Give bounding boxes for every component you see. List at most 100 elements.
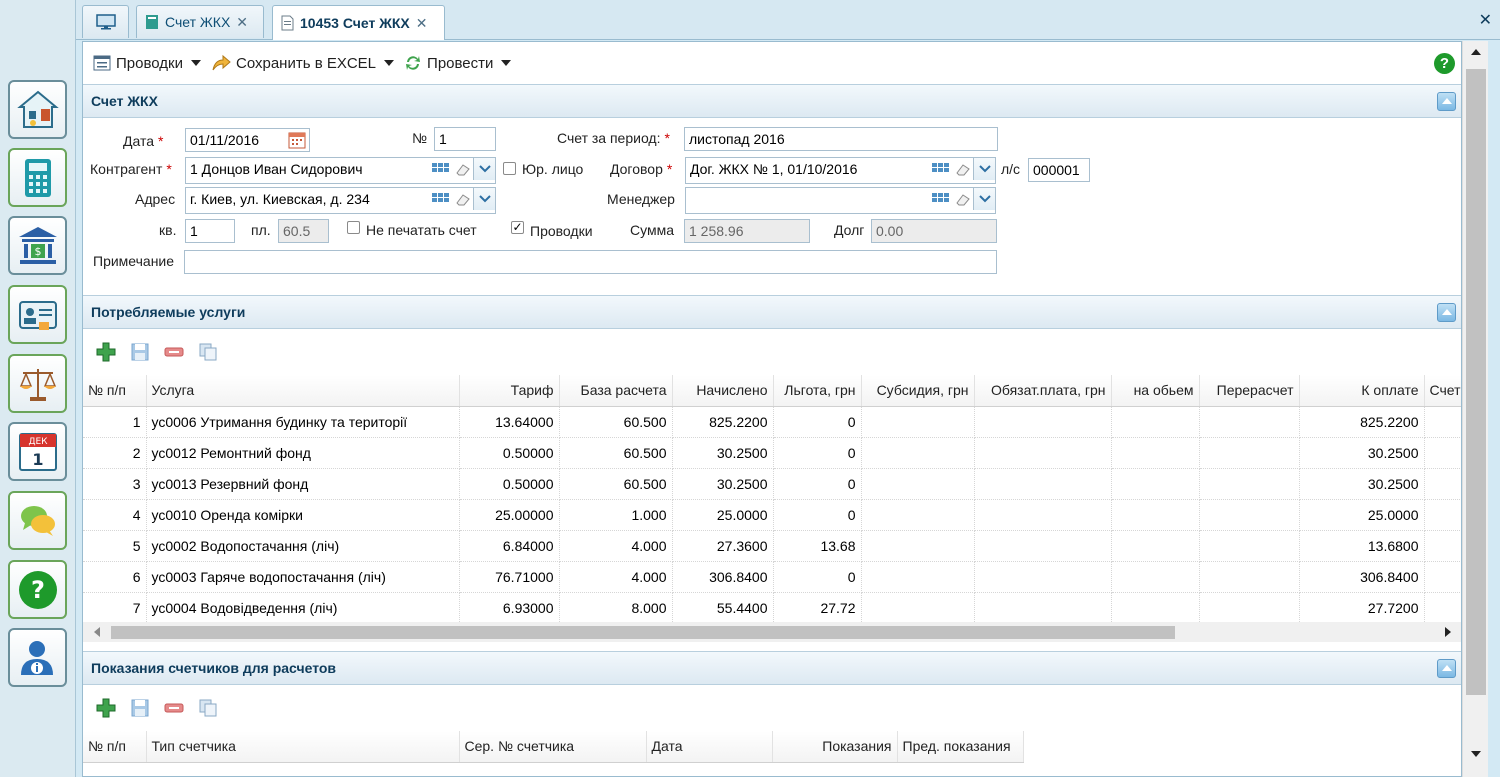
note-field[interactable] (184, 250, 997, 274)
postings-checkbox[interactable]: ✓ (511, 221, 524, 234)
contract-combo[interactable]: Дог. ЖКХ № 1, 01/10/2016 (685, 157, 996, 184)
col-header-to-pay[interactable]: К оплате (1299, 375, 1425, 407)
date-field[interactable]: 01/11/2016 (185, 128, 310, 152)
eraser-icon[interactable] (453, 191, 471, 207)
vertical-scrollbar[interactable] (1462, 41, 1488, 777)
table-row[interactable]: 7 ус0004 Водовідведення (ліч) 6.93000 8.000… (83, 592, 1461, 624)
manager-combo[interactable] (685, 187, 996, 214)
chevron-down-icon[interactable] (473, 158, 495, 180)
table-row[interactable]: 4 ус0010 Оренда комірки 25.00000 1.000 25.00… (83, 499, 1461, 531)
balance-button[interactable] (8, 354, 67, 413)
cell-num: 5 (83, 530, 147, 562)
bank-button[interactable]: $ (8, 216, 67, 275)
col-header-recalc[interactable]: Перерасчет (1199, 375, 1300, 407)
col-header-date[interactable]: Дата (646, 731, 773, 763)
col-header-service[interactable]: Услуга (146, 375, 460, 407)
collapse-icon[interactable] (1437, 303, 1456, 322)
col-header-serial[interactable]: Сер. № счетчика (459, 731, 647, 763)
col-header-benefit[interactable]: Льгота, грн (773, 375, 862, 407)
no-print-checkbox[interactable] (347, 221, 360, 234)
scroll-right-icon[interactable] (1445, 627, 1451, 637)
cell-num: 2 (83, 437, 147, 469)
eraser-icon[interactable] (953, 191, 971, 207)
no-print-label: Не печатать счет (366, 222, 477, 238)
tab-invoice-10453[interactable]: 10453 Счет ЖКХ ✕ (272, 5, 445, 40)
legal-entity-label: Юр. лицо (522, 161, 584, 177)
close-all-tabs-icon[interactable]: ✕ (1479, 10, 1492, 30)
collapse-icon[interactable] (1437, 659, 1456, 678)
col-header-base[interactable]: База расчета (559, 375, 673, 407)
collapse-icon[interactable] (1437, 92, 1456, 111)
help-sidebar-button[interactable]: ? (8, 560, 67, 619)
close-icon[interactable]: ✕ (236, 14, 248, 31)
eraser-icon[interactable] (953, 161, 971, 177)
contacts-button[interactable] (8, 285, 67, 344)
save-meter-button[interactable] (129, 697, 151, 719)
table-lookup-icon[interactable] (931, 161, 951, 177)
copy-row-button[interactable] (197, 341, 219, 363)
period-field[interactable]: листопад 2016 (684, 127, 998, 151)
chevron-down-icon[interactable] (973, 188, 995, 210)
col-header-prev-reading[interactable]: Пред. показания (897, 731, 1024, 763)
col-header-num[interactable]: № п/п (83, 731, 147, 763)
post-button[interactable]: Провести (404, 54, 512, 72)
table-row[interactable]: 6 ус0003 Гаряче водопостачання (ліч) 76.71… (83, 561, 1461, 593)
table-row[interactable]: 5 ус0002 Водопостачання (ліч) 6.84000 4.000… (83, 530, 1461, 562)
table-lookup-icon[interactable] (431, 191, 451, 207)
add-meter-button[interactable] (95, 697, 117, 719)
cell-tariff: 6.93000 (459, 592, 560, 624)
delete-row-button[interactable] (163, 341, 185, 363)
col-header-tariff[interactable]: Тариф (459, 375, 560, 407)
scroll-up-icon[interactable] (1471, 49, 1481, 55)
table-lookup-icon[interactable] (931, 191, 951, 207)
table-row[interactable]: 1 ус0006 Утримання будинку та території 13… (83, 406, 1461, 438)
cell-account (1424, 437, 1461, 469)
apartment-field[interactable]: 1 (185, 219, 235, 243)
chevron-down-icon[interactable] (473, 188, 495, 210)
calculator-button[interactable] (8, 148, 67, 207)
table-lookup-icon[interactable] (431, 161, 451, 177)
table-row[interactable]: 2 ус0012 Ремонтний фонд 0.50000 60.500 30.25… (83, 437, 1461, 469)
col-header-reading[interactable]: Показания (772, 731, 898, 763)
col-header-account[interactable]: Счет (1424, 375, 1461, 407)
legal-entity-checkbox[interactable] (503, 162, 516, 175)
eraser-icon[interactable] (453, 161, 471, 177)
help-icon[interactable]: ? (1434, 53, 1455, 74)
copy-meter-button[interactable] (197, 697, 219, 719)
horizontal-scrollbar[interactable] (83, 622, 1461, 642)
col-header-volume[interactable]: на обьем (1111, 375, 1200, 407)
contractor-combo[interactable]: 1 Донцов Иван Сидорович (185, 157, 496, 184)
chevron-down-icon[interactable] (973, 158, 995, 180)
user-info-button[interactable] (8, 628, 67, 687)
horizontal-scroll-thumb[interactable] (111, 626, 1175, 639)
scroll-left-icon[interactable] (94, 627, 100, 637)
cell-to-pay: 30.2500 (1299, 468, 1425, 500)
col-header-subsidy[interactable]: Субсидия, грн (861, 375, 975, 407)
number-field[interactable]: 1 (434, 127, 496, 151)
table-row[interactable]: 3 ус0013 Резервний фонд 0.50000 60.500 30.25… (83, 468, 1461, 500)
housing-utilities-button[interactable] (8, 80, 67, 139)
col-header-meter-type[interactable]: Тип счетчика (146, 731, 460, 763)
cell-base: 8.000 (559, 592, 673, 624)
area-label: пл. (251, 222, 271, 238)
calendar-picker-icon[interactable] (288, 131, 306, 151)
col-header-charged[interactable]: Начислено (672, 375, 774, 407)
vertical-scroll-thumb[interactable] (1466, 69, 1486, 695)
cell-to-pay: 306.8400 (1299, 561, 1425, 593)
save-excel-button[interactable]: Сохранить в EXCEL (211, 54, 395, 72)
col-header-mandatory[interactable]: Обязат.плата, грн (974, 375, 1112, 407)
delete-meter-button[interactable] (163, 697, 185, 719)
col-header-num[interactable]: № п/п (83, 375, 147, 407)
address-combo[interactable]: г. Киев, ул. Киевская, д. 234 (185, 187, 496, 214)
tab-desktop[interactable] (82, 5, 129, 38)
chat-button[interactable] (8, 491, 67, 550)
account-field[interactable]: 000001 (1028, 158, 1090, 182)
add-row-button[interactable] (95, 341, 117, 363)
tab-invoices-list[interactable]: Счет ЖКХ ✕ (136, 5, 264, 38)
calendar-button[interactable]: ДЕК 1 (8, 422, 67, 481)
close-icon[interactable]: ✕ (416, 15, 428, 32)
save-row-button[interactable] (129, 341, 151, 363)
scroll-down-icon[interactable] (1471, 751, 1481, 757)
postings-menu-button[interactable]: Проводки (93, 55, 201, 72)
services-header-row: № п/п Услуга Тариф База расчета Начислен… (83, 375, 1461, 407)
